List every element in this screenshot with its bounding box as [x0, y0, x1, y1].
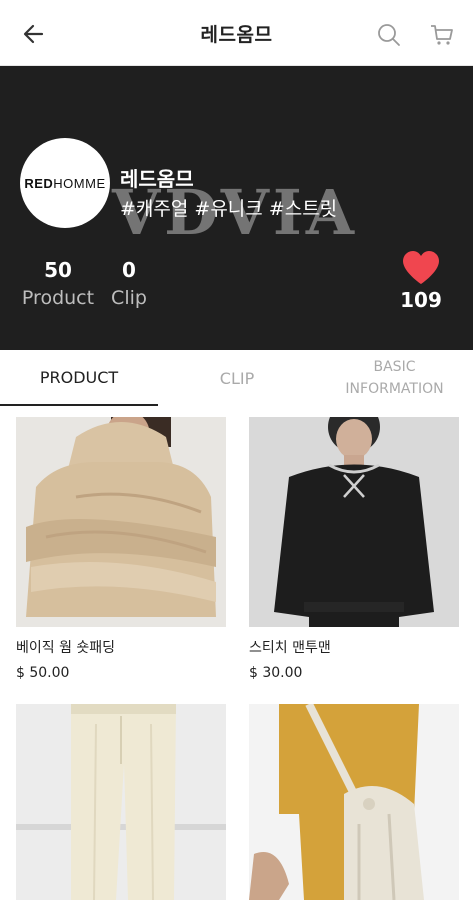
- product-image: [16, 704, 226, 900]
- like-count: 109: [400, 288, 442, 312]
- product-count: 50: [44, 258, 72, 282]
- product-card[interactable]: [16, 704, 226, 900]
- product-image: [16, 417, 226, 627]
- tab-product[interactable]: PRODUCT: [0, 350, 158, 406]
- heart-icon: [403, 251, 439, 284]
- store-header: VDVIA REDHOMME 레드옴므 #캐주얼 #유니크 #스트릿 50 Pr…: [0, 66, 473, 350]
- store-tags: #캐주얼 #유니크 #스트릿: [120, 198, 338, 220]
- app-bar: 레드옴므: [0, 0, 473, 66]
- product-card[interactable]: 스티치 맨투맨 $ 30.00: [249, 417, 459, 681]
- product-name: 스티치 맨투맨: [249, 640, 331, 656]
- logo-text: REDHOMME: [24, 175, 106, 191]
- product-card[interactable]: [249, 704, 459, 900]
- store-logo: REDHOMME: [20, 138, 110, 228]
- clip-count-stat[interactable]: 0 Clip: [108, 256, 150, 312]
- tab-basic-line2: INFORMATION: [345, 381, 444, 397]
- product-count-label: Product: [21, 287, 95, 309]
- product-price: $ 50.00: [16, 665, 70, 681]
- tab-basic-line1: BASIC: [373, 359, 416, 375]
- clip-count-label: Clip: [111, 287, 147, 309]
- cart-icon[interactable]: [428, 21, 456, 49]
- product-price: $ 30.00: [249, 665, 303, 681]
- product-image: [249, 704, 459, 900]
- like-button[interactable]: 109: [396, 250, 446, 312]
- tab-clip[interactable]: CLIP: [158, 350, 316, 406]
- store-name: 레드옴므: [120, 167, 194, 191]
- tab-bar: PRODUCT CLIP BASIC INFORMATION: [0, 350, 473, 406]
- search-icon[interactable]: [375, 21, 403, 49]
- product-count-stat[interactable]: 50 Product: [18, 256, 98, 312]
- product-name: 베이직 웜 숏패딩: [16, 640, 116, 656]
- clip-count: 0: [122, 258, 136, 282]
- product-card[interactable]: 베이직 웜 숏패딩 $ 50.00: [16, 417, 226, 681]
- product-image: [249, 417, 459, 627]
- tab-basic-information[interactable]: BASIC INFORMATION: [316, 350, 473, 406]
